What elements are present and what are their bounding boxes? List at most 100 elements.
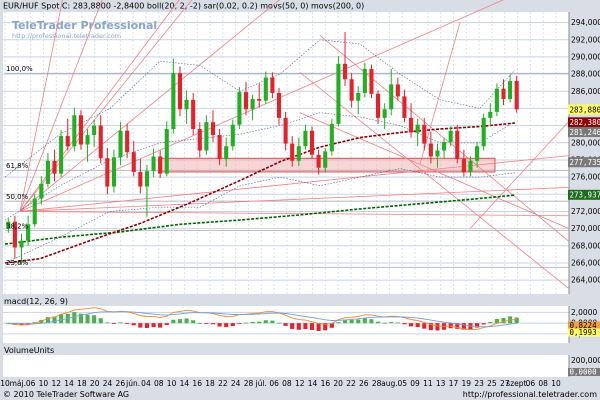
candle-body (449, 131, 453, 142)
volume-header-bar (0, 345, 600, 355)
candle-body (145, 171, 149, 186)
candle-body (508, 81, 512, 99)
candle-body (46, 161, 50, 184)
candle-body (402, 96, 406, 117)
fib-level-label: 50,0% (6, 193, 29, 201)
macd-histogram-bar (204, 323, 208, 324)
candle-body (33, 199, 37, 225)
macd-title: macd(12, 26, 9) (4, 297, 68, 306)
price-tick-label: 290,0000 (571, 52, 600, 61)
macd-histogram-bar (138, 323, 142, 327)
candle-body (396, 84, 400, 96)
candle-body (429, 144, 433, 157)
candle-body (356, 93, 360, 101)
x-tick-label: 14 (308, 379, 318, 388)
candle-body (323, 151, 327, 167)
macd-histogram-bar (251, 322, 255, 323)
candle-body (66, 136, 70, 146)
candle-body (330, 124, 334, 151)
macd-histogram-bar (237, 323, 241, 324)
x-tick-label: 06 (269, 379, 279, 388)
candle-body (350, 79, 354, 100)
price-tick-label: 280,0000 (571, 138, 600, 147)
candle-body (475, 146, 479, 161)
x-tick-label: 10 (39, 379, 49, 388)
macd-histogram-bar (218, 323, 222, 326)
macd-histogram-bar (158, 323, 162, 327)
x-tick-label: 12 (295, 379, 305, 388)
macd-histogram-bar (85, 315, 89, 324)
macd-histogram-bar (396, 323, 400, 324)
macd-histogram-bar (165, 323, 169, 325)
candle-body (264, 78, 268, 101)
candle-body (52, 161, 56, 174)
macd-histogram-bar (336, 322, 340, 323)
macd-histogram-bar (350, 320, 354, 323)
candle-body (303, 131, 307, 146)
candle-body (244, 92, 248, 109)
macd-histogram-bar (356, 320, 360, 324)
price-tag-value: 281,2466 (570, 128, 600, 137)
candle-body (158, 157, 162, 174)
macd-tags: 0,82240,1993 (568, 321, 600, 337)
volume-tag-value: 0,0000 (570, 368, 598, 377)
macd-histogram-bar (152, 323, 156, 327)
candle-body (389, 84, 393, 109)
candle-body (468, 161, 472, 172)
price-y-axis: 294,0000292,0000290,0000288,0000286,0000… (571, 18, 600, 285)
price-tick-label: 272,0000 (571, 207, 600, 216)
candle-body (218, 135, 222, 159)
macd-histogram-bar (132, 323, 136, 325)
macd-tag-value: 0,1993 (570, 328, 597, 337)
x-tick-label: 25 (487, 379, 497, 388)
candle-body (231, 125, 235, 146)
macd-histogram-bar (317, 323, 321, 331)
x-tick-label: 09 (410, 379, 420, 388)
macd-histogram-bar (270, 321, 274, 324)
price-tick-label: 276,0000 (571, 173, 600, 182)
candle-body (39, 184, 43, 199)
footer-copyright: © 2010 TeleTrader Software AG (3, 390, 129, 399)
price-tags: 283,8800282,3809281,2466277,7350273,9376 (568, 104, 600, 199)
macd-histogram-bar (257, 322, 261, 324)
price-tick-label: 292,0000 (571, 35, 600, 44)
candle-body (369, 69, 373, 94)
macd-histogram-bar (303, 323, 307, 329)
candle-body (363, 69, 367, 93)
price-tick-label: 266,0000 (571, 258, 600, 267)
candle-body (105, 158, 109, 186)
macd-histogram-bar (290, 323, 294, 329)
macd-histogram-bar (435, 323, 439, 330)
x-tick-label: 24 (231, 379, 241, 388)
candle-body (290, 144, 294, 161)
macd-histogram-bar (264, 320, 268, 323)
candle-body (152, 157, 156, 172)
candle-body (211, 122, 215, 135)
candle-body (336, 64, 340, 124)
candle-body (284, 118, 288, 144)
macd-histogram-bar (125, 323, 129, 324)
fib-level-label: 61,8% (6, 162, 29, 170)
macd-histogram-bar (185, 318, 189, 323)
macd-histogram-bar (198, 323, 202, 324)
macd-histogram-bar (297, 323, 301, 330)
candle-body (191, 100, 195, 129)
candle-body (178, 73, 182, 109)
x-tick-label: 08 (282, 379, 292, 388)
candle-body (270, 78, 274, 93)
candle-body (488, 112, 492, 118)
x-tick-label: 11 (423, 379, 433, 388)
macd-histogram-bar (515, 318, 519, 324)
fib-level-label: 100,0% (6, 65, 33, 73)
macd-histogram-bar (92, 315, 96, 323)
macd-histogram-bar (389, 322, 393, 323)
macd-histogram-bar (376, 322, 380, 323)
macd-histogram-bar (105, 322, 109, 323)
x-tick-label: 17 (449, 379, 459, 388)
x-tick-label: 28 (244, 379, 254, 388)
candle-body (204, 122, 208, 150)
candle-body (171, 73, 175, 129)
candle-body (224, 146, 228, 159)
candle-body (482, 118, 486, 146)
macd-histogram-bar (277, 323, 281, 324)
